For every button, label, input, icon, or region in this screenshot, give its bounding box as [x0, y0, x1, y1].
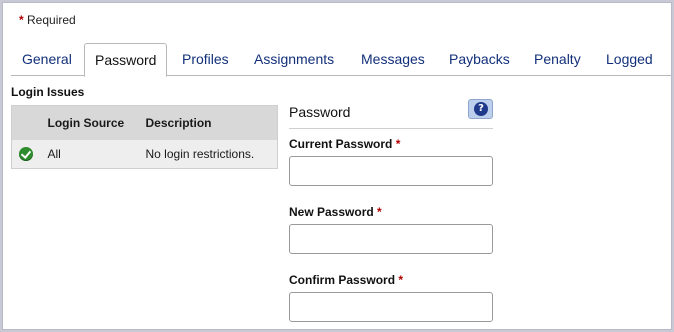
question-icon: ?	[474, 102, 488, 116]
dialog-frame: * Required General Password Profiles Ass…	[2, 2, 672, 330]
current-password-input[interactable]	[289, 156, 493, 186]
tab-profiles[interactable]: Profiles	[182, 43, 229, 76]
tab-bar: General Password Profiles Assignments Me…	[11, 43, 671, 77]
check-circle-icon	[19, 147, 33, 162]
current-password-label-text: Current Password	[289, 137, 393, 151]
required-star: *	[377, 205, 382, 219]
login-source-cell: All	[47, 139, 146, 169]
tab-messages[interactable]: Messages	[361, 43, 425, 76]
required-star: *	[398, 273, 404, 287]
tab-general[interactable]: General	[22, 43, 72, 76]
tab-assignments[interactable]: Assignments	[254, 43, 334, 76]
required-star: *	[19, 13, 24, 27]
login-issues-section: Login Issues Login Source Description Al…	[11, 85, 278, 169]
login-issues-table: Login Source Description All No login re…	[11, 105, 278, 169]
status-column-header	[11, 105, 48, 140]
current-password-label: Current Password *	[289, 137, 400, 151]
tab-password[interactable]: Password	[84, 43, 168, 77]
confirm-password-input[interactable]	[289, 292, 493, 322]
new-password-input[interactable]	[289, 224, 493, 254]
confirm-password-label: Confirm Password *	[289, 273, 403, 287]
login-issues-title: Login Issues	[11, 85, 85, 99]
new-password-label: New Password *	[289, 205, 382, 219]
password-panel: Password ? Current Password * New Passwo…	[289, 99, 493, 322]
required-note: * Required	[19, 13, 76, 27]
password-panel-title: Password	[289, 104, 351, 120]
description-cell: No login restrictions.	[145, 139, 278, 169]
new-password-label-text: New Password	[289, 205, 374, 219]
column-header-description: Description	[145, 105, 278, 140]
status-cell	[11, 139, 48, 169]
required-star: *	[395, 137, 401, 151]
column-header-login-source: Login Source	[47, 105, 146, 140]
help-button[interactable]: ?	[468, 99, 493, 119]
password-panel-header: Password ?	[289, 99, 493, 129]
table-header-row: Login Source Description	[11, 105, 278, 140]
confirm-password-label-text: Confirm Password	[289, 273, 396, 287]
tab-logged[interactable]: Logged	[606, 43, 653, 76]
tab-paybacks[interactable]: Paybacks	[449, 43, 510, 76]
table-row[interactable]: All No login restrictions.	[11, 139, 278, 169]
required-text: Required	[27, 13, 76, 27]
tab-penalty[interactable]: Penalty	[534, 43, 581, 76]
